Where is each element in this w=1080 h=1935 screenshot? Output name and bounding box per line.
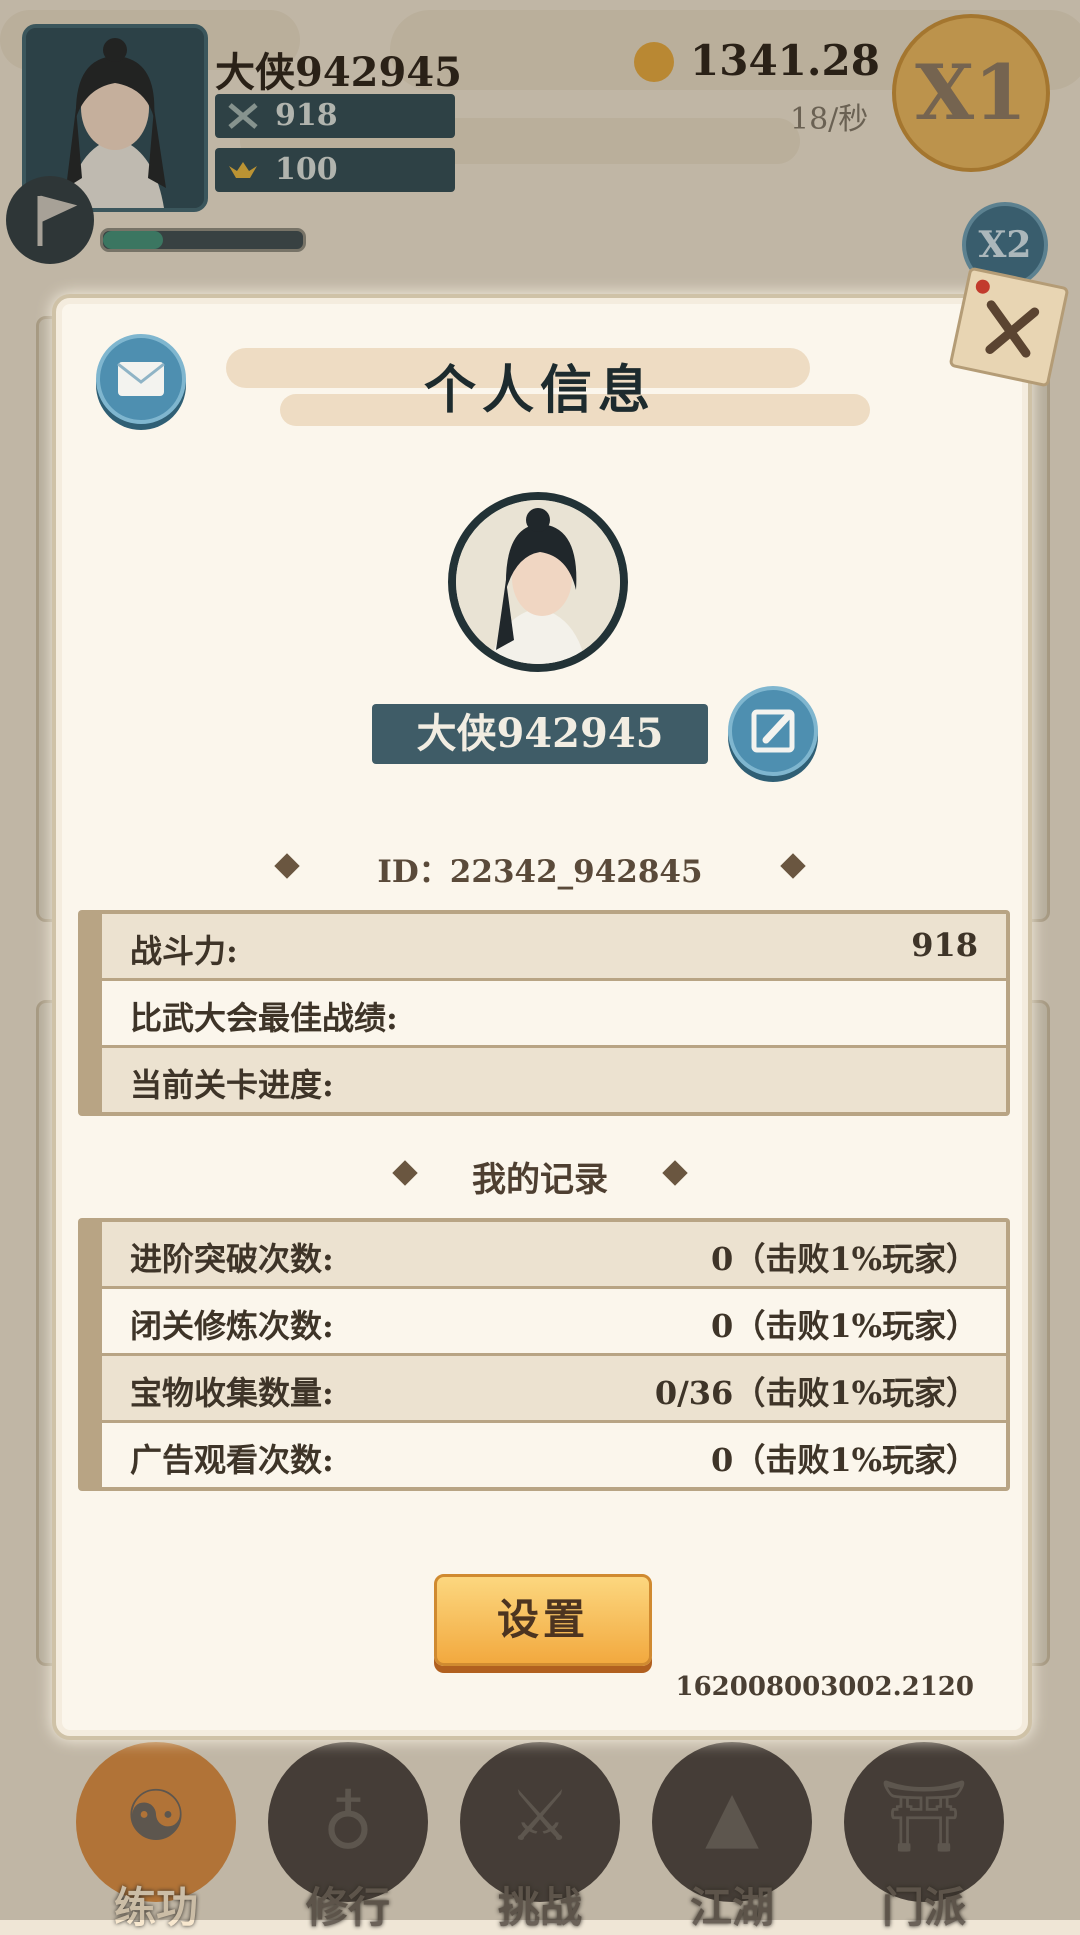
record-value: 0/36（击败1%玩家） (654, 1374, 978, 1412)
record-value: 0（击败1%玩家） (711, 1441, 978, 1479)
edit-icon (751, 709, 795, 753)
record-label: 广告观看次数: (130, 1441, 334, 1479)
settings-button[interactable]: 设置 (434, 1574, 652, 1666)
player-id: ID：22342_942845 (377, 854, 703, 890)
avatar-portrait-icon (456, 500, 620, 664)
record-label: 宝物收集数量: (130, 1374, 334, 1412)
stats-table: 战斗力: 918 比武大会最佳战绩: 当前关卡进度: (78, 910, 1010, 1116)
table-row: 当前关卡进度: (102, 1048, 1006, 1112)
stat-label: 当前关卡进度: (130, 1066, 334, 1104)
records-title: 我的记录 (472, 1160, 608, 1200)
table-row: 闭关修炼次数: 0（击败1%玩家） (102, 1289, 1006, 1356)
table-row: 宝物收集数量: 0/36（击败1%玩家） (102, 1356, 1006, 1423)
table-row: 广告观看次数: 0（击败1%玩家） (102, 1423, 1006, 1487)
edit-name-button[interactable] (728, 686, 818, 776)
version-number: 162008003002.2120 (675, 1672, 974, 1702)
records-table: 进阶突破次数: 0（击败1%玩家） 闭关修炼次数: 0（击败1%玩家） 宝物收集… (78, 1218, 1010, 1491)
close-button[interactable] (948, 266, 1070, 388)
record-value: 0（击败1%玩家） (711, 1240, 978, 1278)
close-icon (975, 279, 1040, 358)
profile-name: 大侠942945 (372, 704, 708, 764)
table-row: 进阶突破次数: 0（击败1%玩家） (102, 1222, 1006, 1289)
record-value: 0（击败1%玩家） (711, 1307, 978, 1345)
stat-label: 战斗力: (130, 932, 238, 970)
record-label: 进阶突破次数: (130, 1240, 334, 1278)
table-row: 比武大会最佳战绩: (102, 981, 1006, 1048)
envelope-icon (117, 362, 165, 396)
record-label: 闭关修炼次数: (130, 1307, 334, 1345)
stat-value: 918 (911, 926, 978, 964)
profile-avatar (448, 492, 628, 672)
table-row: 战斗力: 918 (102, 914, 1006, 981)
stat-label: 比武大会最佳战绩: (130, 999, 398, 1037)
mail-button[interactable] (96, 334, 186, 424)
